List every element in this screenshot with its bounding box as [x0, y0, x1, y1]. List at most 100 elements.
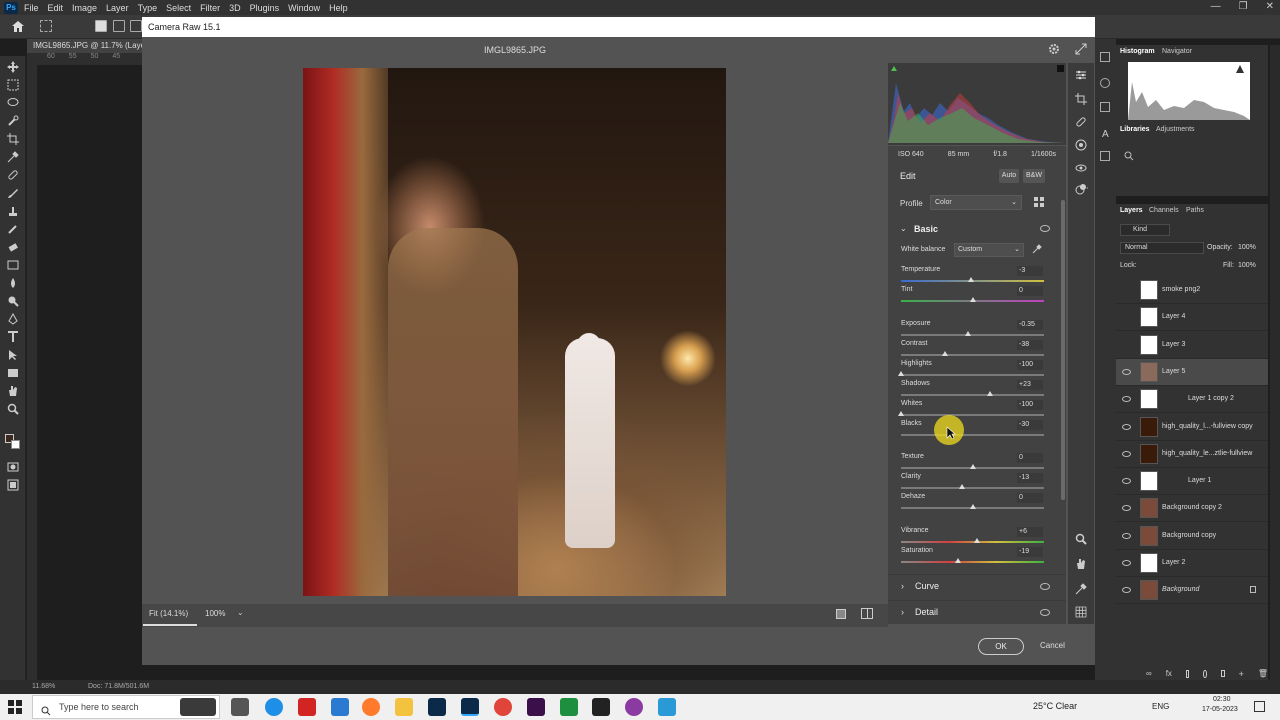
fullscreen-icon[interactable] [1075, 43, 1087, 55]
layer-visibility-eye-icon[interactable] [1122, 587, 1131, 594]
before-after-view-icon[interactable] [861, 608, 873, 619]
layer-row[interactable]: Layer 1 copy 2 [1116, 386, 1268, 414]
headphones-app-icon[interactable] [625, 698, 643, 716]
slider-value-input[interactable]: -19 [1017, 547, 1043, 557]
acrobat-icon[interactable] [298, 698, 316, 716]
hand-icon[interactable] [1075, 558, 1087, 570]
close-icon[interactable]: ✕ [1266, 1, 1274, 12]
ok-button[interactable]: OK [978, 638, 1024, 655]
mail-icon[interactable] [331, 698, 349, 716]
layer-visibility-eye-icon[interactable] [1122, 478, 1131, 485]
layer-row[interactable]: Layer 5 [1116, 358, 1268, 386]
minimize-icon[interactable]: — [1211, 1, 1221, 12]
basic-section-title[interactable]: Basic [914, 224, 938, 234]
paths-tab[interactable]: Paths [1186, 207, 1204, 214]
layer-row[interactable]: smoke png2 [1116, 277, 1268, 304]
slider-thumb[interactable] [987, 391, 993, 396]
slider-track[interactable] [901, 541, 1044, 543]
slider-thumb[interactable] [968, 277, 974, 282]
pen-tool-icon[interactable] [7, 313, 19, 325]
masking-icon[interactable] [1075, 139, 1087, 151]
slider-track[interactable] [901, 414, 1044, 416]
brush-tool-icon[interactable] [7, 187, 19, 199]
task-view-icon[interactable] [231, 698, 249, 716]
eraser-tool-icon[interactable] [7, 241, 19, 253]
character-icon[interactable]: A [1102, 129, 1109, 140]
layer-row[interactable]: Background copy 2 [1116, 495, 1268, 523]
bw-button[interactable]: B&W [1023, 169, 1045, 183]
slider-track[interactable] [901, 354, 1044, 356]
slider-value-input[interactable]: 0 [1017, 453, 1043, 463]
layer-row[interactable]: Layer 1 [1116, 468, 1268, 496]
hand-tool-icon[interactable] [7, 385, 19, 397]
language-indicator[interactable]: ENG [1152, 702, 1169, 711]
history-brush-tool-icon[interactable] [7, 223, 19, 235]
libraries-tab[interactable]: Libraries [1120, 126, 1150, 133]
navigator-tab[interactable]: Navigator [1162, 48, 1192, 55]
group-folder-icon[interactable] [1221, 670, 1225, 677]
layer-visibility-eye-icon[interactable] [1122, 287, 1131, 293]
crop-tool-icon[interactable] [7, 133, 19, 145]
slider-thumb[interactable] [970, 297, 976, 302]
slider-value-input[interactable]: -13 [1017, 473, 1043, 483]
layer-visibility-eye-icon[interactable] [1122, 396, 1131, 403]
slider-track[interactable] [901, 561, 1044, 563]
fit-zoom-option[interactable]: Fit (14.1%) [149, 609, 188, 618]
red-eye-icon[interactable] [1075, 162, 1087, 174]
grid-overlay-icon[interactable] [1075, 606, 1087, 618]
menu-image[interactable]: Image [72, 3, 97, 13]
opacity-value[interactable]: 100% [1238, 244, 1256, 251]
slider-thumb[interactable] [970, 504, 976, 509]
menu-file[interactable]: File [24, 3, 39, 13]
ps-panel-scrollbar[interactable] [1270, 45, 1280, 680]
zoom-icon[interactable] [1075, 533, 1087, 545]
adjustments-tab[interactable]: Adjustments [1156, 126, 1195, 133]
clock-time[interactable]: 02:30 [1213, 696, 1231, 703]
layer-row[interactable]: Layer 2 [1116, 550, 1268, 577]
photoshop-app-icon[interactable] [428, 698, 446, 716]
histogram-tab[interactable]: Histogram [1120, 48, 1155, 55]
eyedropper-tool-icon[interactable] [7, 151, 19, 163]
curve-visibility-eye-icon[interactable] [1040, 583, 1050, 590]
layer-row[interactable]: Layer 3 [1116, 332, 1268, 359]
screen-mode-icon[interactable] [7, 479, 19, 491]
slider-track[interactable] [901, 434, 1044, 436]
photo-preview[interactable] [303, 68, 726, 596]
mask-icon[interactable] [1185, 669, 1190, 678]
menu-window[interactable]: Window [288, 3, 320, 13]
basic-visibility-eye-icon[interactable] [1040, 225, 1050, 232]
blur-tool-icon[interactable] [7, 277, 19, 289]
zoom-dropdown-chevron-icon[interactable]: ⌄ [237, 608, 244, 617]
slider-thumb[interactable] [942, 351, 948, 356]
slider-value-input[interactable]: +23 [1017, 380, 1043, 390]
layer-visibility-eye-icon[interactable] [1122, 532, 1131, 539]
histogram-warning-icon[interactable] [1236, 65, 1244, 73]
slider-value-input[interactable]: -38 [1017, 340, 1043, 350]
white-balance-select[interactable]: Custom ⌄ [954, 243, 1024, 257]
shadow-clipping-icon[interactable] [891, 66, 897, 71]
settings-gear-icon[interactable] [1048, 43, 1060, 55]
chevron-down-icon[interactable]: ⌄ [900, 224, 907, 233]
menu-filter[interactable]: Filter [200, 3, 220, 13]
layer-row[interactable]: Background [1116, 577, 1268, 605]
highlight-clipping-icon[interactable] [1057, 65, 1064, 72]
profile-browser-icon[interactable] [1033, 196, 1045, 208]
menu-help[interactable]: Help [329, 3, 348, 13]
photoshop-app-active-icon[interactable] [461, 698, 479, 716]
menu-layer[interactable]: Layer [106, 3, 129, 13]
slider-value-input[interactable]: 0 [1017, 493, 1043, 503]
slider-value-input[interactable]: -100 [1017, 360, 1043, 370]
chrome-icon[interactable] [494, 698, 512, 716]
layer-visibility-eye-icon[interactable] [1122, 423, 1131, 430]
clone-stamp-tool-icon[interactable] [7, 205, 19, 217]
detail-section-header[interactable]: › Detail [888, 600, 1066, 624]
lasso-tool-icon[interactable] [7, 97, 19, 109]
dodge-tool-icon[interactable] [7, 295, 19, 307]
slider-track[interactable] [901, 374, 1044, 376]
edge-icon[interactable] [265, 698, 283, 716]
search-icon[interactable] [1124, 151, 1134, 161]
move-tool-icon[interactable] [7, 61, 19, 73]
layer-visibility-eye-icon[interactable] [1122, 450, 1131, 457]
delete-layer-icon[interactable]: 🗑 [1258, 669, 1268, 678]
adjustment-layer-icon[interactable] [1203, 669, 1208, 678]
